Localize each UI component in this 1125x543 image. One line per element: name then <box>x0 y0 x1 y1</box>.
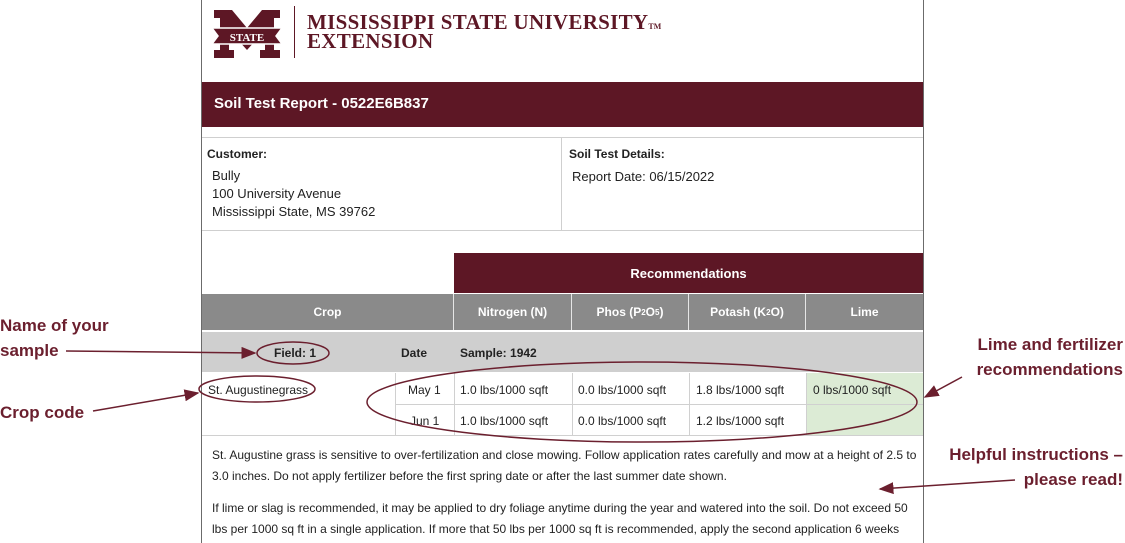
report-title-bar: Soil Test Report - 0522E6B837 <box>202 82 923 127</box>
customer-address-1: 100 University Avenue <box>212 186 342 201</box>
col-header-crop: Crop <box>202 294 454 330</box>
col-header-lime: Lime <box>806 294 923 330</box>
col-divider <box>689 373 690 435</box>
annotation-crop-code: Crop code <box>0 403 85 422</box>
table-cell-nitrogen: 1.0 lbs/1000 sqft <box>460 414 549 428</box>
msu-m-emblem-icon: STATE <box>210 10 284 58</box>
field-row: Field: 1 Date Sample: 1942 <box>202 332 923 372</box>
date-label: Date <box>401 346 428 360</box>
col-divider <box>572 373 573 435</box>
emblem-text: STATE <box>230 32 264 44</box>
recommendations-arrow <box>923 376 963 398</box>
table-cell-phos: 0.0 lbs/1000 sqft <box>578 383 667 397</box>
report-title: Soil Test Report - 0522E6B837 <box>214 95 429 112</box>
info-divider <box>561 138 562 230</box>
table-cell-nitrogen: 1.0 lbs/1000 sqft <box>460 383 549 397</box>
soil-test-report: STATE MISSISSIPPI STATE UNIVERSITYTM EXT… <box>201 0 924 543</box>
table-cell-date: Jun 1 <box>410 414 440 428</box>
customer-address-2: Mississippi State, MS 39762 <box>212 204 376 219</box>
table-cell-potash: 1.2 lbs/1000 sqft <box>696 414 785 428</box>
col-header-nitrogen: Nitrogen (N) <box>454 294 572 330</box>
crop-code-arrow <box>92 389 200 412</box>
col-divider <box>454 373 455 435</box>
recommendations-header: Recommendations <box>454 253 923 293</box>
instructions-paragraph-1: St. Augustine grass is sensitive to over… <box>212 448 917 483</box>
soil-test-details-label: Soil Test Details: <box>569 147 665 161</box>
customer-label: Customer: <box>207 147 268 161</box>
col-header-phos: Phos (P 2 O 5) <box>572 294 689 330</box>
col-divider <box>395 373 396 435</box>
annotation-sample-name: Name of your sample <box>0 316 109 360</box>
customer-name: Bully <box>212 168 241 183</box>
msu-extension-logo: STATE MISSISSIPPI STATE UNIVERSITYTM EXT… <box>202 0 923 82</box>
col-divider <box>806 373 807 435</box>
table-cell-date: May 1 <box>408 383 441 397</box>
table-bottom-border <box>202 435 923 436</box>
report-date: Report Date: 06/15/2022 <box>572 169 715 184</box>
logo-extension: EXTENSION <box>307 29 434 53</box>
col-header-potash: Potash (K 2 O) <box>689 294 806 330</box>
instructions-paragraph-2: If lime or slag is recommended, it may b… <box>212 501 908 536</box>
row-divider <box>395 404 923 405</box>
trademark: TM <box>648 22 662 31</box>
annotation-lime-fertilizer: Lime and fertilizer recommendations <box>976 335 1123 379</box>
table-cell-phos: 0.0 lbs/1000 sqft <box>578 414 667 428</box>
field-name: Field: 1 <box>274 346 317 360</box>
annotation-helpful-instructions: Helpful instructions – please read! <box>949 445 1123 489</box>
logo-divider <box>294 6 295 58</box>
table-cell-potash: 1.8 lbs/1000 sqft <box>696 383 785 397</box>
table-cell-lime: 0 lbs/1000 sqft <box>813 383 892 397</box>
sample-number: Sample: 1942 <box>460 346 537 360</box>
customer-details-panel: Customer: Bully 100 University Avenue Mi… <box>202 137 923 231</box>
crop-code: St. Augustinegrass <box>208 383 309 397</box>
